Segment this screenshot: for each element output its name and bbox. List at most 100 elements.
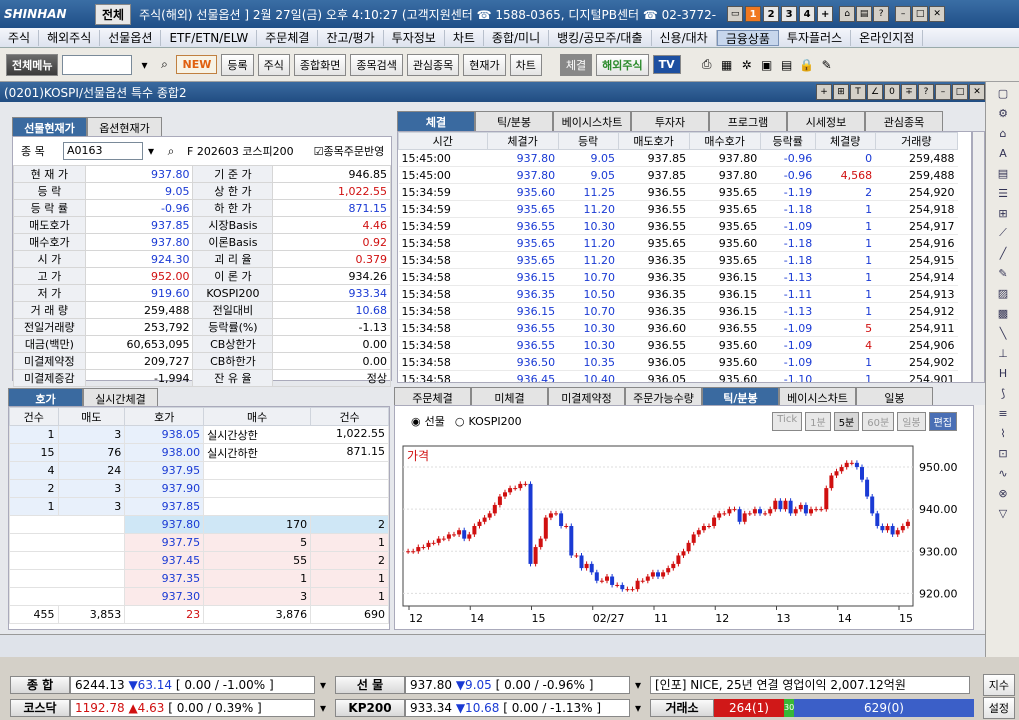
draw-tool-icon[interactable]: ▢ [988,84,1018,102]
ask-row[interactable]: 2 3 937.90 [9,479,389,498]
draw-tool-icon[interactable]: ╱ [988,244,1018,262]
monitor-icon[interactable]: ▭ [727,6,744,22]
draw-tool-icon[interactable]: A [988,144,1018,162]
bid-row[interactable]: 937.45 55 2 [8,551,389,570]
tick-tab[interactable]: 투자자 [631,111,709,132]
screen-4-button[interactable]: 4 [799,6,816,22]
bid-row[interactable]: 937.35 1 1 [8,569,389,588]
daily-button[interactable]: 일봉 [897,411,926,431]
index-button[interactable]: 지수 [982,674,1015,696]
help-icon[interactable]: ? [873,6,890,22]
question-icon[interactable]: ? [918,84,934,100]
draw-tool-icon[interactable]: ⟋ [988,224,1018,242]
screen-3-button[interactable]: 3 [781,6,798,22]
tick-row[interactable]: 15:34:58 936.50 10.35 936.05 935.60 -1.09 1 254… [398,353,958,371]
lock-small-icon[interactable]: ∠ [867,84,883,100]
draw-tool-icon[interactable]: ⟆ [988,384,1018,402]
ask-row[interactable]: 15 76 938.00 실시간하한 871.15 [9,443,389,462]
win-close-icon[interactable]: ✕ [969,84,985,100]
tick-tab[interactable]: 베이시스차트 [553,111,631,132]
draw-tool-icon[interactable]: ≡ [988,404,1018,422]
new-button[interactable]: NEW [176,55,218,74]
tick-tab[interactable]: 체결 [397,111,475,132]
code-dropdown-icon[interactable]: ▾ [143,143,159,159]
tick-row[interactable]: 15:34:58 936.15 10.70 936.35 936.15 -1.13 1 254… [398,268,958,286]
layout-icon[interactable]: ▤ [779,57,795,73]
tick-row[interactable]: 15:34:58 936.55 10.30 936.60 936.55 -1.09 5 254… [398,319,958,337]
draw-tool-icon[interactable]: ⊗ [988,484,1018,502]
tick-row[interactable]: 15:34:59 935.65 11.20 936.55 935.65 -1.18 1 254… [398,200,958,218]
draw-tool-icon[interactable]: ▩ [988,304,1018,322]
menu-invest-info[interactable]: 투자정보 [384,29,445,46]
price-chart[interactable]: 950.00 940.00 930.00 920.00 가격 12 14 15 02/27 11 1… [401,440,971,628]
tick-scrollbar[interactable] [972,131,985,383]
ask-row[interactable]: 4 24 937.95 [9,461,389,480]
draw-tool-icon[interactable]: ▽ [988,504,1018,522]
tab-option-price[interactable]: 옵션현재가 [87,117,162,138]
60min-button[interactable]: 60분 [862,411,895,431]
add-icon[interactable]: + [816,84,832,100]
lock-icon[interactable]: 🔒 [799,57,815,73]
stock-select[interactable]: 주식 [257,53,290,76]
menu-online[interactable]: 온라인지점 [851,29,924,46]
kosdaq-dropdown-icon[interactable]: ▾ [315,700,331,716]
draw-tool-icon[interactable]: ∿ [988,464,1018,482]
tab-futures-price[interactable]: 선물현재가 [12,117,87,138]
order-checkbox[interactable]: ☑ [314,145,324,158]
screen-1-button[interactable]: 1 [745,6,762,22]
menu-products[interactable]: 금융상품 [716,29,779,46]
tick-button[interactable]: Tick [772,411,803,431]
stock-search-button[interactable]: 종목검색 [350,53,403,76]
menu-overseas[interactable]: 해외주식 [39,29,101,46]
trade-button[interactable]: 체결 [559,53,593,76]
draw-tool-icon[interactable]: ☰ [988,184,1018,202]
tick-row[interactable]: 15:34:58 935.65 11.20 936.35 935.65 -1.18 1 254… [398,251,958,269]
kp200-value[interactable]: 933.34 ▼10.68 [ 0.00 / -1.13% ] [405,699,630,717]
printer-icon[interactable]: ⎙ [699,57,715,73]
5min-button[interactable]: 5분 [833,411,860,431]
link-icon[interactable]: ⊞ [833,84,849,100]
draw-tool-icon[interactable]: ⌇ [988,424,1018,442]
news-ticker[interactable]: [인포] NICE, 25년 연결 영업이익 2,007.12억원 [650,676,970,694]
code-search-icon[interactable]: ⌕ [163,143,179,159]
draw-tool-icon[interactable]: ▨ [988,284,1018,302]
1min-button[interactable]: 1분 [805,411,831,431]
minimize-icon[interactable]: – [895,6,912,22]
menu-plus[interactable]: 투자플러스 [779,29,852,46]
ask-row[interactable]: 1 3 938.05 실시간상한 1,022.55 [9,425,389,444]
chevron-down-icon[interactable]: ▾ [136,57,152,73]
tick-row[interactable]: 15:34:59 936.55 10.30 936.55 935.65 -1.09 1 254… [398,217,958,235]
menu-stock[interactable]: 주식 [0,29,40,46]
draw-tool-icon[interactable]: ⊞ [988,204,1018,222]
tv-button[interactable]: TV [652,55,681,74]
futures-value[interactable]: 937.80 ▼9.05 [ 0.00 / -0.96% ] [405,676,630,694]
win-maximize-icon[interactable]: □ [952,84,968,100]
tick-row[interactable]: 15:45:00 937.80 9.05 937.85 937.80 -0.96 4,568… [398,166,958,184]
chart-scrollbar[interactable] [974,405,985,630]
tool-icon[interactable]: T [850,84,866,100]
code-input[interactable]: A0163 [63,142,143,160]
pin-icon[interactable]: ∓ [901,84,917,100]
draw-tool-icon[interactable]: ⊡ [988,444,1018,462]
memo-icon[interactable]: ✎ [819,57,835,73]
tick-row[interactable]: 15:34:58 936.45 10.40 936.05 935.60 -1.10 1 254… [398,370,958,382]
kp200-dropdown-icon[interactable]: ▾ [630,700,646,716]
menu-balance[interactable]: 잔고/평가 [318,29,384,46]
menu-credit[interactable]: 신용/대차 [652,29,717,46]
calculator-icon[interactable]: ▦ [719,57,735,73]
menu-etf[interactable]: ETF/ETN/ELW [161,29,258,46]
tick-row[interactable]: 15:34:58 936.55 10.30 936.55 935.60 -1.09 4 254… [398,336,958,354]
menu-futures[interactable]: 선물옵션 [100,29,162,46]
chart-button[interactable]: 차트 [509,53,542,76]
radio-futures-icon[interactable]: ◉ [411,415,421,428]
tick-row[interactable]: 15:45:00 937.80 9.05 937.85 937.80 -0.96 0 259,… [398,149,958,167]
draw-tool-icon[interactable]: ╲ [988,324,1018,342]
search-icon[interactable]: ⌕ [156,57,172,73]
win-minimize-icon[interactable]: – [935,84,951,100]
draw-tool-icon[interactable]: ⌂ [988,124,1018,142]
draw-tool-icon[interactable]: ✎ [988,264,1018,282]
print-icon[interactable]: ▤ [856,6,873,22]
tick-row[interactable]: 15:34:58 936.15 10.70 936.35 936.15 -1.13 1 254… [398,302,958,320]
tick-tab[interactable]: 관심종목 [865,111,943,132]
draw-tool-icon[interactable]: H [988,364,1018,382]
